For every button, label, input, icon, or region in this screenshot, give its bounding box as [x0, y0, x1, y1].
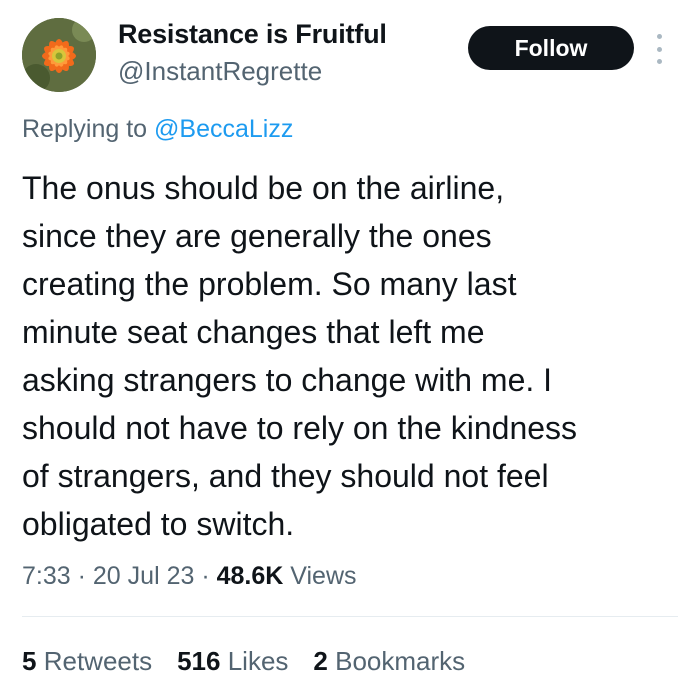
follow-button[interactable]: Follow: [468, 26, 634, 70]
views-label: Views: [290, 562, 357, 590]
tweet-text-line: should not have to rely on the kindness: [22, 410, 578, 446]
author-display-name[interactable]: Resistance is Fruitful: [118, 19, 387, 50]
views-count: 48.6K: [216, 562, 284, 590]
reply-mention-link[interactable]: @BeccaLizz: [154, 115, 293, 143]
tweet-date[interactable]: 20 Jul 23: [93, 562, 194, 590]
meta-separator: ·: [201, 562, 210, 590]
retweets-count: 5: [22, 646, 37, 676]
bookmarks-count: 2: [313, 646, 328, 676]
replying-to-label: Replying to: [22, 115, 148, 143]
retweets-label: Retweets: [43, 646, 153, 676]
tweet-meta: 7:33 · 20 Jul 23 · 48.6K Views: [22, 562, 357, 591]
more-dot: [656, 34, 662, 39]
author-handle[interactable]: @InstantRegrette: [118, 56, 322, 87]
divider: [22, 616, 678, 617]
bookmarks-label: Bookmarks: [335, 646, 466, 676]
meta-separator: ·: [77, 562, 86, 590]
likes-label: Likes: [227, 646, 289, 676]
engagement-stats: 5 Retweets 516 Likes 2 Bookmarks: [22, 646, 465, 677]
retweets-stat[interactable]: 5 Retweets: [22, 646, 152, 677]
more-vertical-icon[interactable]: [652, 34, 666, 64]
more-dot: [656, 46, 662, 52]
avatar[interactable]: [22, 18, 96, 92]
tweet-text-line: of strangers, and they should not feel: [22, 458, 549, 494]
tweet-time[interactable]: 7:33: [22, 562, 71, 590]
tweet-text-line: obligated to switch.: [22, 506, 295, 542]
likes-count: 516: [177, 646, 221, 676]
tweet-text-line: The onus should be on the airline,: [22, 170, 505, 206]
replying-to: Replying to @BeccaLizz: [22, 115, 293, 144]
tweet-text: The onus should be on the airline, since…: [22, 164, 684, 548]
tweet-text-line: minute seat changes that left me: [22, 314, 485, 350]
more-dot: [656, 59, 662, 64]
cactus-flower-avatar-icon: [22, 18, 96, 92]
tweet-text-line: asking strangers to change with me. I: [22, 362, 553, 398]
tweet-text-line: since they are generally the ones: [22, 218, 492, 254]
bookmarks-stat[interactable]: 2 Bookmarks: [313, 646, 465, 677]
tweet-text-line: creating the problem. So many last: [22, 266, 517, 302]
likes-stat[interactable]: 516 Likes: [177, 646, 288, 677]
